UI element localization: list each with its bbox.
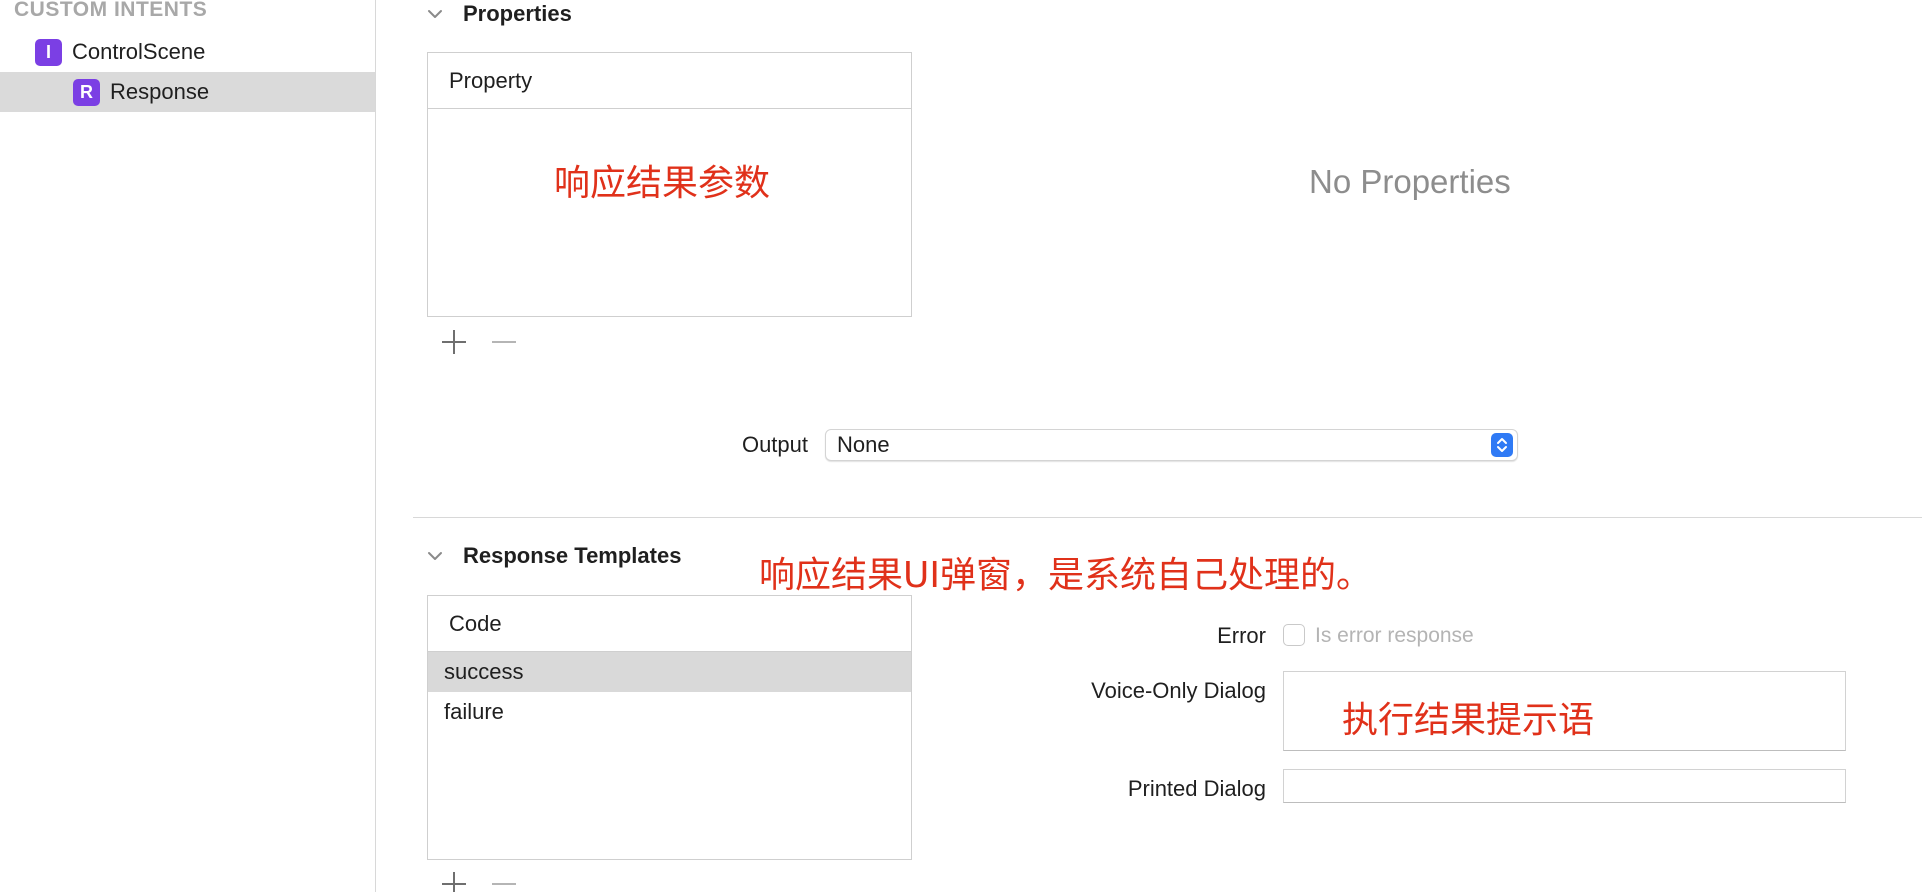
error-label: Error [1217,623,1266,648]
main-editor: Properties Property 响应结果参数 No Properties… [376,0,1922,892]
sidebar-item-label: ControlScene [72,39,206,64]
output-popup-value: None [837,432,890,457]
popup-arrows-icon [1491,433,1513,457]
minus-icon[interactable] [488,326,520,358]
section-divider [413,517,1922,518]
minus-icon[interactable] [488,868,520,892]
sidebar-item-response[interactable]: R Response [0,72,375,112]
output-label: Output [741,432,808,457]
plus-icon[interactable] [438,868,470,892]
voice-dialog-annotation: 执行结果提示语 [1342,700,1595,741]
intent-badge-icon: I [35,38,62,66]
voice-only-dialog-label: Voice-Only Dialog [1091,678,1266,703]
properties-section-title: Properties [463,1,572,26]
table-row[interactable]: failure [428,692,911,732]
printed-dialog-field[interactable] [1283,769,1846,803]
intent-editor-window: CUSTOM INTENTS I ControlScene R Response… [0,0,1922,892]
output-popup[interactable]: None [825,429,1518,461]
templates-annotation: 响应结果UI弹窗，是系统自己处理的。 [759,555,1372,596]
table-row[interactable]: success [428,652,911,692]
printed-dialog-label: Printed Dialog [1127,776,1266,801]
sidebar-item-controlscene[interactable]: I ControlScene [0,32,375,72]
plus-icon[interactable] [438,326,470,358]
chevron-down-icon[interactable] [425,4,445,24]
sidebar: CUSTOM INTENTS I ControlScene R Response [0,0,376,892]
codes-table-header[interactable]: Code [428,596,911,652]
properties-add-remove [438,326,520,358]
codes-add-remove [438,868,520,892]
sidebar-section-header: CUSTOM INTENTS [14,0,208,21]
error-response-checkbox-label: Is error response [1315,624,1474,647]
properties-annotation: 响应结果参数 [554,163,771,204]
chevron-down-icon[interactable] [425,546,445,566]
response-templates-section-title: Response Templates [463,543,682,568]
no-properties-text: No Properties [1309,163,1511,200]
sidebar-item-label: Response [110,79,210,104]
response-badge-icon: R [73,78,100,106]
error-response-checkbox[interactable] [1283,624,1305,646]
response-codes-table[interactable]: Code success failure [427,595,912,860]
properties-table-header[interactable]: Property [428,53,911,109]
